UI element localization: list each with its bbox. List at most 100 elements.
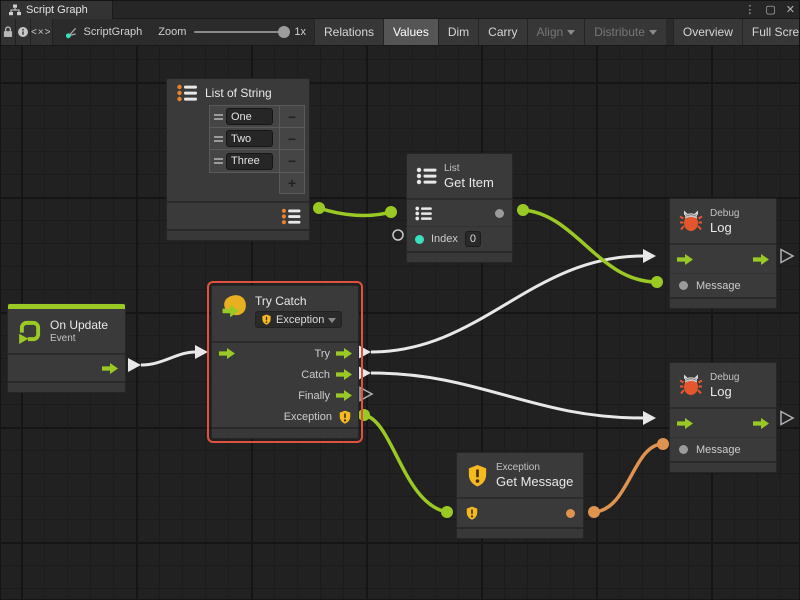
distribute-button[interactable]: Distribute — [584, 19, 666, 45]
port-try-out-marker[interactable] — [358, 345, 371, 359]
port-row-exception: Exception — [212, 406, 358, 427]
message-input-port[interactable] — [679, 281, 688, 290]
zoom-slider[interactable] — [194, 31, 286, 33]
port-log-top-out-triangle[interactable] — [781, 250, 793, 263]
port-message-top-in-dot[interactable] — [651, 276, 663, 288]
node-get-item[interactable]: List Get Item Index 0 — [406, 153, 513, 263]
overview-button[interactable]: Overview — [673, 19, 742, 45]
port-getitem-in-dot[interactable] — [385, 206, 397, 218]
node-category: List — [444, 163, 494, 175]
graph-canvas[interactable]: List of String − − − — [1, 46, 799, 599]
exception-type-dropdown[interactable]: Exception — [255, 311, 342, 328]
node-try-catch[interactable]: Try Catch Exception Try Catch — [211, 285, 359, 439]
chevron-down-icon — [328, 318, 336, 323]
drag-handle-icon[interactable] — [210, 136, 226, 142]
lock-button[interactable] — [1, 19, 16, 45]
flow-output-port[interactable] — [753, 418, 769, 429]
node-subtitle: Event — [50, 333, 108, 345]
message-output-port[interactable] — [566, 509, 575, 518]
message-label: Message — [696, 280, 741, 292]
values-button[interactable]: Values — [383, 19, 438, 45]
list-output-port-icon[interactable] — [281, 208, 301, 225]
inspect-button[interactable] — [16, 19, 31, 45]
wire-onupdate-to-trycatch[interactable] — [141, 352, 195, 365]
port-finally-out-triangle[interactable] — [360, 388, 372, 401]
bug-icon — [679, 209, 703, 233]
script-graph-window: Script Graph ⋮ ▢ ✕ <×> — [0, 0, 800, 600]
exception-input-port[interactable] — [465, 506, 479, 520]
node-footer — [212, 427, 358, 438]
node-footer — [8, 381, 125, 392]
remove-item-button[interactable]: − — [279, 128, 304, 150]
fullscreen-button[interactable]: Full Screen — [742, 19, 800, 45]
list-item-input[interactable] — [226, 153, 273, 170]
node-debug-log-top[interactable]: Debug Log Message — [669, 198, 777, 309]
try-output-port[interactable] — [336, 348, 352, 359]
wire-exception-to-getmessage[interactable] — [364, 415, 447, 512]
flow-input-port[interactable] — [219, 348, 235, 359]
port-getitem-out-dot[interactable] — [517, 204, 529, 216]
exception-output-port[interactable] — [338, 410, 352, 424]
port-message-bottom-in-dot[interactable] — [657, 438, 669, 450]
list-icon — [416, 167, 437, 185]
add-item-button[interactable]: + — [279, 173, 305, 194]
code-preview-button[interactable]: <×> — [31, 19, 53, 45]
node-title: Try Catch — [255, 294, 342, 309]
flow-input-port[interactable] — [677, 254, 693, 265]
align-button[interactable]: Align — [527, 19, 585, 45]
wire-getmessage-to-message-bottom[interactable] — [594, 444, 663, 512]
script-graph-asset-icon — [65, 26, 78, 39]
message-input-port[interactable] — [679, 445, 688, 454]
list-item-row: − — [210, 150, 304, 172]
drag-handle-icon[interactable] — [210, 158, 226, 164]
item-output-port[interactable] — [495, 209, 504, 218]
wire-getitem-to-message-top[interactable] — [523, 210, 657, 282]
list-input-port-icon[interactable] — [415, 206, 432, 221]
node-list-of-string[interactable]: List of String − − − — [166, 78, 310, 241]
menu-icon[interactable]: ⋮ — [744, 1, 755, 19]
flow-input-port[interactable] — [677, 418, 693, 429]
node-get-message[interactable]: Exception Get Message — [456, 452, 584, 539]
zoom-control: Zoom 1x — [152, 19, 312, 45]
port-onupdate-out-marker[interactable] — [128, 358, 141, 372]
node-category: Exception — [496, 462, 573, 474]
port-log-bottom-out-triangle[interactable] — [781, 412, 793, 425]
list-icon — [176, 84, 198, 102]
port-index-in-circle[interactable] — [393, 230, 403, 240]
carry-button[interactable]: Carry — [478, 19, 526, 45]
index-input-port[interactable] — [415, 235, 424, 244]
node-on-update[interactable]: On Update Event — [7, 303, 126, 393]
wire-list-to-getitem[interactable] — [319, 208, 391, 215]
try-catch-icon — [221, 294, 248, 319]
node-footer — [407, 251, 512, 262]
port-exception-out-dot[interactable] — [358, 409, 370, 421]
remove-item-button[interactable]: − — [279, 150, 304, 172]
remove-item-button[interactable]: − — [279, 106, 304, 128]
port-getmessage-out-dot[interactable] — [588, 506, 600, 518]
dim-button[interactable]: Dim — [438, 19, 478, 45]
try-label: Try — [315, 348, 330, 360]
graph-reference[interactable]: ScriptGraph — [53, 19, 153, 45]
finally-output-port[interactable] — [336, 390, 352, 401]
zoom-slider-handle[interactable] — [278, 26, 290, 38]
list-item-input[interactable] — [226, 130, 273, 147]
flow-output-port[interactable] — [753, 254, 769, 265]
wire-catch-to-log-bottom[interactable] — [371, 373, 643, 418]
index-value-field[interactable]: 0 — [465, 231, 481, 247]
node-footer — [167, 229, 309, 240]
port-getmessage-in-dot[interactable] — [441, 506, 453, 518]
node-debug-log-bottom[interactable]: Debug Log Message — [669, 362, 777, 473]
list-item-input[interactable] — [226, 108, 273, 125]
tab-script-graph[interactable]: Script Graph — [1, 1, 113, 19]
close-icon[interactable]: ✕ — [786, 1, 795, 19]
relations-button[interactable]: Relations — [314, 19, 383, 45]
catch-output-port[interactable] — [336, 369, 352, 380]
arrowhead-trycatch-in — [195, 345, 208, 359]
drag-handle-icon[interactable] — [210, 114, 226, 120]
wire-try-to-log-top[interactable] — [371, 256, 643, 352]
node-title: Log — [710, 384, 739, 399]
flow-output-port[interactable] — [102, 363, 118, 374]
maximize-icon[interactable]: ▢ — [765, 1, 775, 19]
port-catch-out-marker[interactable] — [358, 366, 371, 380]
port-list-out-dot[interactable] — [313, 202, 325, 214]
